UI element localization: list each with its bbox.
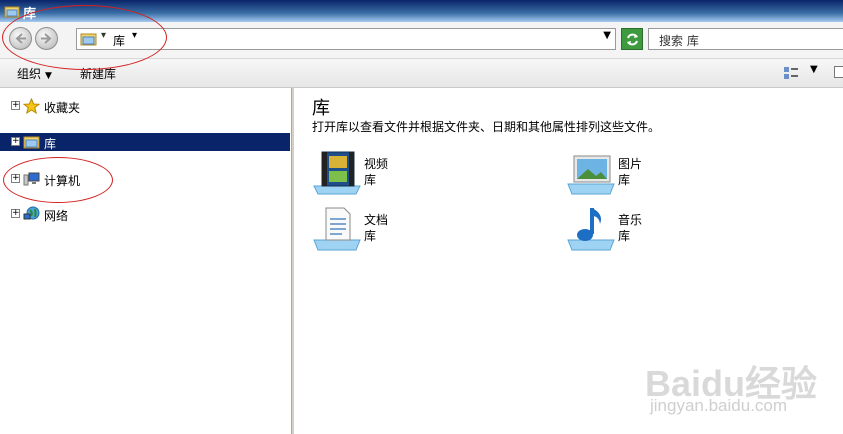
organize-label: 组织	[17, 67, 42, 81]
sidebar-item-label: 库	[44, 137, 57, 151]
sidebar-item-label: 计算机	[44, 174, 81, 188]
back-button[interactable]	[9, 27, 32, 50]
address-field[interactable]: ▾ 库 ▾ ▼	[76, 28, 616, 50]
expand-icon[interactable]: +	[11, 209, 20, 218]
expand-icon[interactable]: +	[11, 174, 20, 183]
library-name: 文档	[364, 213, 389, 227]
title-bar: 库	[0, 0, 843, 22]
change-view-icon[interactable]	[783, 66, 799, 80]
library-type: 库	[618, 173, 631, 187]
computer-icon	[23, 172, 40, 186]
new-library-button[interactable]: 新建库	[80, 65, 116, 82]
search-placeholder: 搜索 库	[659, 34, 699, 48]
arrow-left-icon	[15, 33, 26, 44]
network-icon	[23, 206, 40, 220]
watermark-url: jingyan.baidu.com	[650, 396, 788, 415]
search-input[interactable]: 搜索 库	[648, 28, 843, 50]
expand-icon[interactable]: +	[11, 137, 20, 146]
library-name: 图片	[618, 157, 643, 171]
library-item-music[interactable]: 音乐 库	[566, 204, 766, 254]
sidebar-item-favorites[interactable]: + 收藏夹	[0, 97, 290, 115]
chevron-down-icon: ▼	[45, 71, 52, 81]
library-name: 视频	[364, 157, 389, 171]
star-icon	[23, 98, 40, 114]
address-history-dropdown[interactable]: ▼	[603, 30, 611, 41]
sidebar-item-libraries[interactable]: + 库	[0, 133, 290, 151]
refresh-button[interactable]	[621, 28, 643, 50]
sidebar-item-computer[interactable]: + 计算机	[0, 170, 290, 188]
breadcrumb-library[interactable]: 库	[113, 32, 125, 49]
organize-button[interactable]: 组织 ▼	[17, 65, 52, 82]
library-name: 音乐	[618, 213, 643, 227]
library-item-pictures[interactable]: 图片 库	[566, 148, 766, 198]
expand-icon[interactable]: +	[11, 101, 20, 110]
documents-library-icon	[313, 207, 361, 251]
page-description: 打开库以查看文件并根据文件夹、日期和其他属性排列这些文件。	[312, 120, 661, 134]
refresh-icon	[627, 33, 638, 46]
library-folder-icon	[80, 33, 97, 46]
library-type: 库	[364, 173, 377, 187]
preview-pane-icon[interactable]	[834, 66, 843, 78]
address-bar-row: ▾ 库 ▾ ▼ 搜索 库	[0, 22, 843, 59]
sidebar-item-label: 网络	[44, 209, 69, 223]
library-folder-icon	[23, 136, 40, 149]
new-library-label: 新建库	[80, 67, 117, 81]
music-library-icon	[567, 208, 615, 251]
video-library-icon	[313, 151, 361, 195]
command-toolbar: 组织 ▼ 新建库 ▼	[0, 59, 843, 88]
sidebar-item-label: 收藏夹	[44, 101, 81, 115]
navigation-pane: + 收藏夹 + 库 + 计算机 + 网络	[0, 88, 291, 434]
window-title: 库	[23, 7, 37, 22]
breadcrumb-dropdown[interactable]: ▾	[132, 30, 137, 41]
library-folder-icon	[4, 6, 20, 18]
view-options-dropdown[interactable]: ▼	[810, 64, 818, 75]
forward-button[interactable]	[35, 27, 58, 50]
library-type: 库	[618, 229, 631, 243]
sidebar-item-network[interactable]: + 网络	[0, 205, 290, 223]
library-item-documents[interactable]: 文档 库	[312, 204, 512, 254]
library-type: 库	[364, 229, 377, 243]
breadcrumb-separator[interactable]: ▾	[101, 30, 106, 41]
arrow-right-icon	[41, 33, 52, 44]
page-title: 库	[312, 98, 330, 119]
library-item-videos[interactable]: 视频 库	[312, 148, 512, 198]
pictures-library-icon	[567, 155, 615, 195]
